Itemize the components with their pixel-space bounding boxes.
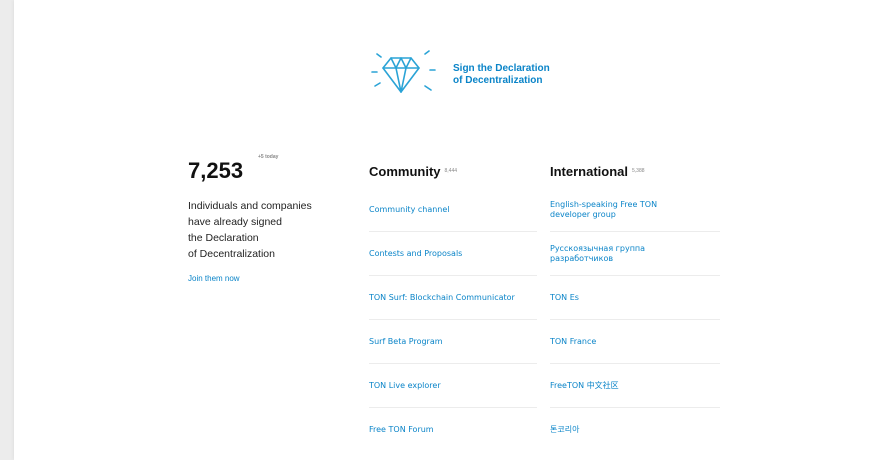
list-item: Community channel <box>369 188 537 232</box>
list-item: FreeTON 中文社区 <box>550 364 720 408</box>
international-title: International 5,388 <box>550 164 645 179</box>
list-item: TON France <box>550 320 720 364</box>
signers-count: 7,253 +5 today <box>188 154 278 184</box>
link-line: разработчиков <box>550 253 614 263</box>
community-links: Community channel Contests and Proposals… <box>369 188 537 451</box>
page-panel: Sign the Declaration of Decentralization… <box>14 0 892 460</box>
list-item: Contests and Proposals <box>369 232 537 276</box>
community-title: Community 8,444 <box>369 164 457 179</box>
list-item: 톤코리아 <box>550 408 720 451</box>
link-line: developer group <box>550 209 616 219</box>
sign-declaration-link[interactable]: Sign the Declaration of Decentralization <box>453 63 550 87</box>
community-link[interactable]: Surf Beta Program <box>369 337 443 347</box>
community-title-text: Community <box>369 164 441 179</box>
list-item: English-speaking Free TON developer group <box>550 188 720 232</box>
international-link[interactable]: TON France <box>550 337 596 347</box>
community-column: Community 8,444 Community channel Contes… <box>369 158 537 451</box>
community-link[interactable]: Community channel <box>369 205 450 215</box>
sign-line-1: Sign the Declaration <box>453 63 550 74</box>
today-badge: +5 today <box>258 154 279 160</box>
desc-line: the Declaration <box>188 232 259 244</box>
community-count: 8,444 <box>444 168 458 174</box>
list-item: Surf Beta Program <box>369 320 537 364</box>
community-link[interactable]: Contests and Proposals <box>369 249 462 259</box>
community-link[interactable]: TON Surf: Blockchain Communicator <box>369 293 515 303</box>
list-item: Free TON Forum <box>369 408 537 451</box>
desc-line: of Decentralization <box>188 248 275 260</box>
link-line: English-speaking Free TON <box>550 199 658 209</box>
signers-column: 7,253 +5 today Individuals and companies… <box>188 154 348 283</box>
link-line: Русскоязычная группа <box>550 243 646 253</box>
international-link[interactable]: TON Es <box>550 293 579 303</box>
international-link[interactable]: English-speaking Free TON developer group <box>550 200 657 220</box>
signers-count-value: 7,253 <box>188 158 244 183</box>
international-count: 5,388 <box>632 168 645 174</box>
community-link[interactable]: Free TON Forum <box>369 425 434 435</box>
list-item: Русскоязычная группа разработчиков <box>550 232 720 276</box>
sign-line-2: of Decentralization <box>453 75 543 86</box>
join-them-link[interactable]: Join them now <box>188 274 348 283</box>
international-link[interactable]: FreeTON 中文社区 <box>550 381 619 391</box>
community-link[interactable]: TON Live explorer <box>369 381 441 391</box>
desc-line: have already signed <box>188 216 282 228</box>
list-item: TON Live explorer <box>369 364 537 408</box>
declaration-banner[interactable]: Sign the Declaration of Decentralization <box>359 42 599 102</box>
international-column: International 5,388 English-speaking Fre… <box>550 158 720 451</box>
international-title-text: International <box>550 164 629 179</box>
desc-line: Individuals and companies <box>188 200 312 212</box>
international-links: English-speaking Free TON developer group… <box>550 188 720 451</box>
international-link[interactable]: 톤코리아 <box>550 425 579 435</box>
list-item: TON Es <box>550 276 720 320</box>
diamond-icon <box>359 42 451 102</box>
signers-description: Individuals and companies have already s… <box>188 198 348 262</box>
list-item: TON Surf: Blockchain Communicator <box>369 276 537 320</box>
international-link[interactable]: Русскоязычная группа разработчиков <box>550 244 645 264</box>
